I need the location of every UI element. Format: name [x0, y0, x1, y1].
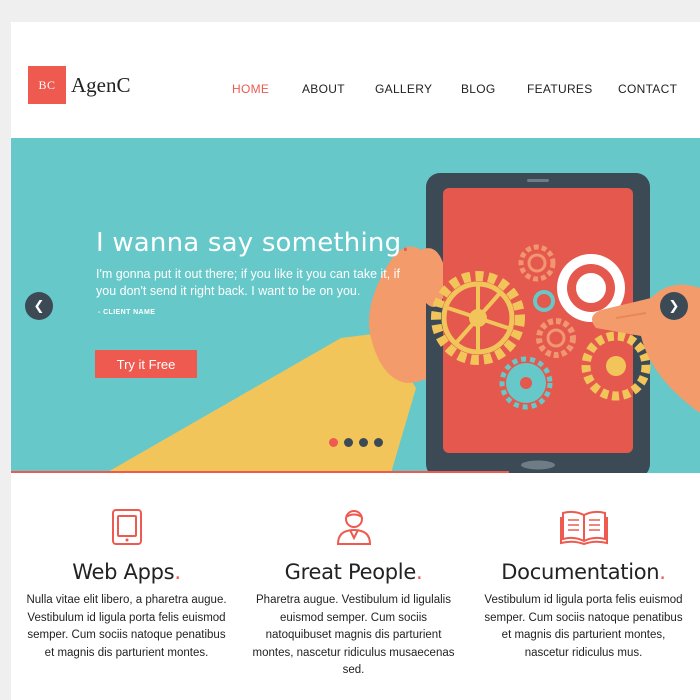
hero-title-text: I wanna say something — [96, 228, 402, 258]
feature-title-dot: . — [415, 560, 423, 584]
slider-prev-button[interactable]: ❮ — [25, 292, 53, 320]
hero-title: I wanna say something. — [96, 228, 410, 258]
nav-features[interactable]: FEATURES — [527, 82, 593, 96]
feature-text: Vestibulum id ligula porta felis euismod… — [484, 594, 683, 659]
tablet-icon — [111, 509, 142, 545]
feature-title: Documentation. — [471, 560, 696, 584]
person-icon — [336, 510, 371, 545]
slider-dot-3[interactable] — [359, 438, 368, 447]
main-nav: HOME ABOUT GALLERY BLOG FEATURES CONTACT — [11, 82, 700, 98]
feature-title-dot: . — [174, 560, 181, 584]
feature-documentation: Documentation. Vestibulum id ligula port… — [471, 508, 696, 662]
open-book-icon — [559, 510, 608, 546]
nav-blog[interactable]: BLOG — [461, 82, 496, 96]
feature-title: Great People. — [241, 560, 466, 584]
hero-slider: I wanna say something. I'm gonna put it … — [11, 138, 700, 473]
slider-dot-4[interactable] — [374, 438, 383, 447]
feature-text: Pharetra augue. Vestibulum id ligulalis … — [252, 594, 455, 676]
hero-divider — [11, 471, 509, 473]
hero-author: - CLIENT NAME — [98, 309, 156, 316]
page: BC AgenC HOME ABOUT GALLERY BLOG FEATURE… — [11, 22, 700, 700]
feature-web-apps: Web Apps. Nulla vitae elit libero, a pha… — [14, 508, 239, 662]
feature-title-dot: . — [659, 560, 666, 584]
hero-title-dot: . — [401, 228, 410, 258]
feature-title-text: Web Apps — [72, 560, 175, 584]
feature-title-text: Great People — [284, 560, 417, 584]
nav-contact[interactable]: CONTACT — [618, 82, 677, 96]
chevron-left-icon: ❮ — [33, 298, 45, 314]
slider-dot-2[interactable] — [344, 438, 353, 447]
feature-title: Web Apps. — [14, 560, 239, 584]
slider-dot-1[interactable] — [329, 438, 338, 447]
feature-title-text: Documentation — [501, 560, 660, 584]
try-it-free-button[interactable]: Try it Free — [95, 350, 197, 378]
slider-next-button[interactable]: ❯ — [660, 292, 688, 320]
nav-gallery[interactable]: GALLERY — [375, 82, 432, 96]
nav-home[interactable]: HOME — [232, 82, 269, 96]
nav-about[interactable]: ABOUT — [302, 82, 345, 96]
feature-text: Nulla vitae elit libero, a pharetra augu… — [26, 594, 227, 659]
feature-great-people: Great People. Pharetra augue. Vestibulum… — [241, 508, 466, 680]
hero-text: I'm gonna put it out there; if you like … — [96, 267, 400, 298]
chevron-right-icon: ❯ — [668, 298, 680, 314]
slider-dots — [329, 438, 383, 447]
hero-illustration — [106, 173, 700, 473]
